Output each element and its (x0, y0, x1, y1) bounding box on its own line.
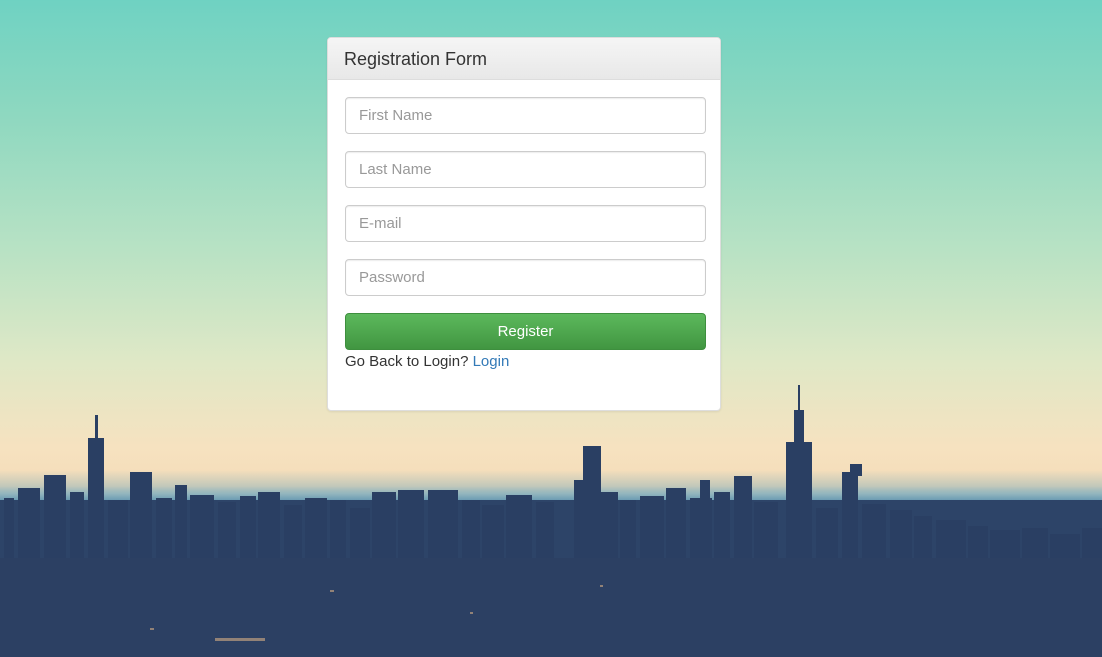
panel-title: Registration Form (328, 38, 720, 80)
registration-panel: Registration Form Register Go Back to Lo… (327, 37, 721, 411)
skyline-silhouette (0, 385, 1102, 657)
first-name-input[interactable] (345, 97, 706, 134)
back-to-login-text: Go Back to Login? (345, 353, 469, 370)
email-input[interactable] (345, 205, 706, 242)
registration-form: Register Go Back to Login? Login (328, 80, 720, 370)
last-name-input[interactable] (345, 151, 706, 188)
login-link[interactable]: Login (473, 353, 510, 370)
back-to-login-line: Go Back to Login? Login (345, 353, 704, 370)
register-button[interactable]: Register (345, 313, 706, 350)
password-input[interactable] (345, 259, 706, 296)
